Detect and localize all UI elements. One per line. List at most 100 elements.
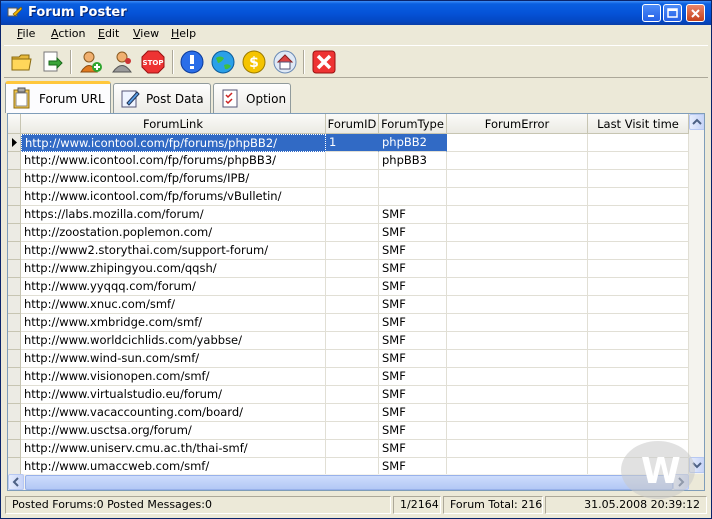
table-row[interactable]: http://www.usctsa.org/forum/SMF (8, 422, 689, 440)
cell-forumlink[interactable]: http://www.icontool.com/fp/forums/IPB/ (21, 170, 326, 188)
cell-forumid[interactable]: 1 (326, 134, 379, 152)
cell-forumtype[interactable]: SMF (379, 332, 447, 350)
row-indicator[interactable] (8, 152, 21, 170)
maximize-button[interactable] (663, 4, 682, 22)
tab-forum-url[interactable]: Forum URL (5, 81, 111, 113)
row-indicator[interactable] (8, 170, 21, 188)
cell-last-visit-time[interactable] (588, 422, 689, 440)
cell-forumid[interactable] (326, 332, 379, 350)
purchase-button[interactable]: $ (241, 49, 267, 75)
tab-post-data[interactable]: Post Data (113, 83, 211, 113)
row-indicator[interactable] (8, 422, 21, 440)
cell-forumid[interactable] (326, 278, 379, 296)
cell-forumerror[interactable] (447, 368, 588, 386)
cell-forumid[interactable] (326, 404, 379, 422)
cell-forumid[interactable] (326, 386, 379, 404)
column-header-last-visit-time[interactable]: Last Visit time (588, 114, 689, 134)
cell-forumlink[interactable]: http://www.wind-sun.com/smf/ (21, 350, 326, 368)
cell-forumerror[interactable] (447, 242, 588, 260)
cell-forumid[interactable] (326, 350, 379, 368)
cell-forumlink[interactable]: http://zoostation.poplemon.com/ (21, 224, 326, 242)
cell-last-visit-time[interactable] (588, 224, 689, 242)
cell-forumtype[interactable]: SMF (379, 314, 447, 332)
table-row[interactable]: http://www.wind-sun.com/smf/SMF (8, 350, 689, 368)
cell-forumtype[interactable]: SMF (379, 386, 447, 404)
cell-forumid[interactable] (326, 206, 379, 224)
cell-last-visit-time[interactable] (588, 152, 689, 170)
cell-last-visit-time[interactable] (588, 260, 689, 278)
title-bar[interactable]: Forum Poster (1, 1, 711, 25)
cell-forumerror[interactable] (447, 278, 588, 296)
cell-forumtype[interactable]: SMF (379, 368, 447, 386)
table-row[interactable]: http://www.visionopen.com/smf/SMF (8, 368, 689, 386)
cell-last-visit-time[interactable] (588, 350, 689, 368)
cell-forumlink[interactable]: https://labs.mozilla.com/forum/ (21, 206, 326, 224)
cell-forumerror[interactable] (447, 152, 588, 170)
cell-forumid[interactable] (326, 368, 379, 386)
row-indicator[interactable] (8, 296, 21, 314)
cell-last-visit-time[interactable] (588, 332, 689, 350)
cell-forumid[interactable] (326, 242, 379, 260)
column-header-forumerror[interactable]: ForumError (447, 114, 588, 134)
cell-forumerror[interactable] (447, 188, 588, 206)
cell-forumid[interactable] (326, 314, 379, 332)
cell-forumerror[interactable] (447, 296, 588, 314)
cell-forumtype[interactable]: SMF (379, 206, 447, 224)
row-indicator[interactable] (8, 260, 21, 278)
cell-forumid[interactable] (326, 152, 379, 170)
cell-forumlink[interactable]: http://www.zhipingyou.com/qqsh/ (21, 260, 326, 278)
menu-view[interactable]: View (133, 27, 159, 40)
table-row[interactable]: http://www.icontool.com/fp/forums/IPB/ (8, 170, 689, 188)
row-indicator[interactable] (8, 386, 21, 404)
cell-last-visit-time[interactable] (588, 314, 689, 332)
table-row[interactable]: http://www.vacaccounting.com/board/SMF (8, 404, 689, 422)
scroll-thumb[interactable] (25, 475, 673, 490)
table-row[interactable]: http://www.xnuc.com/smf/SMF (8, 296, 689, 314)
cell-forumlink[interactable]: http://www.xmbridge.com/smf/ (21, 314, 326, 332)
cell-forumerror[interactable] (447, 260, 588, 278)
table-row[interactable]: http://www.icontool.com/fp/forums/vBulle… (8, 188, 689, 206)
table-row[interactable]: https://labs.mozilla.com/forum/SMF (8, 206, 689, 224)
cell-forumtype[interactable]: SMF (379, 278, 447, 296)
table-row[interactable]: http://www.xmbridge.com/smf/SMF (8, 314, 689, 332)
cell-forumlink[interactable]: http://www.xnuc.com/smf/ (21, 296, 326, 314)
cell-forumid[interactable] (326, 170, 379, 188)
cell-forumlink[interactable]: http://www.usctsa.org/forum/ (21, 422, 326, 440)
cell-last-visit-time[interactable] (588, 134, 689, 152)
cell-last-visit-time[interactable] (588, 296, 689, 314)
table-row[interactable]: http://www.worldcichlids.com/yabbse/SMF (8, 332, 689, 350)
cell-forumerror[interactable] (447, 440, 588, 458)
cell-forumid[interactable] (326, 296, 379, 314)
row-indicator[interactable] (8, 242, 21, 260)
cell-forumid[interactable] (326, 422, 379, 440)
cell-forumerror[interactable] (447, 422, 588, 440)
cell-last-visit-time[interactable] (588, 206, 689, 224)
cell-forumtype[interactable]: SMF (379, 404, 447, 422)
cell-forumtype[interactable]: phpBB3 (379, 152, 447, 170)
cell-last-visit-time[interactable] (588, 386, 689, 404)
menu-help[interactable]: Help (171, 27, 196, 40)
table-row[interactable]: http://www.virtualstudio.eu/forum/SMF (8, 386, 689, 404)
cell-last-visit-time[interactable] (588, 278, 689, 296)
scroll-left-button[interactable] (8, 474, 24, 490)
cell-forumlink[interactable]: http://www.worldcichlids.com/yabbse/ (21, 332, 326, 350)
row-indicator[interactable] (8, 314, 21, 332)
cell-forumtype[interactable] (379, 170, 447, 188)
menu-file[interactable]: File (17, 27, 35, 40)
menu-edit[interactable]: Edit (98, 27, 119, 40)
table-row[interactable]: http://www.zhipingyou.com/qqsh/SMF (8, 260, 689, 278)
cell-forumerror[interactable] (447, 386, 588, 404)
add-user-button[interactable] (78, 49, 104, 75)
row-indicator[interactable] (8, 350, 21, 368)
cell-forumtype[interactable]: phpBB2 (379, 134, 447, 152)
cell-last-visit-time[interactable] (588, 170, 689, 188)
menu-action[interactable]: Action (51, 27, 85, 40)
cell-forumtype[interactable]: SMF (379, 350, 447, 368)
horizontal-scrollbar[interactable] (8, 474, 689, 490)
cell-forumid[interactable] (326, 188, 379, 206)
open-button[interactable] (9, 49, 35, 75)
cell-forumerror[interactable] (447, 404, 588, 422)
table-row[interactable]: http://www.icontool.com/fp/forums/phpBB3… (8, 152, 689, 170)
cell-forumlink[interactable]: http://www.vacaccounting.com/board/ (21, 404, 326, 422)
column-header-forumlink[interactable]: ForumLink (21, 114, 326, 134)
